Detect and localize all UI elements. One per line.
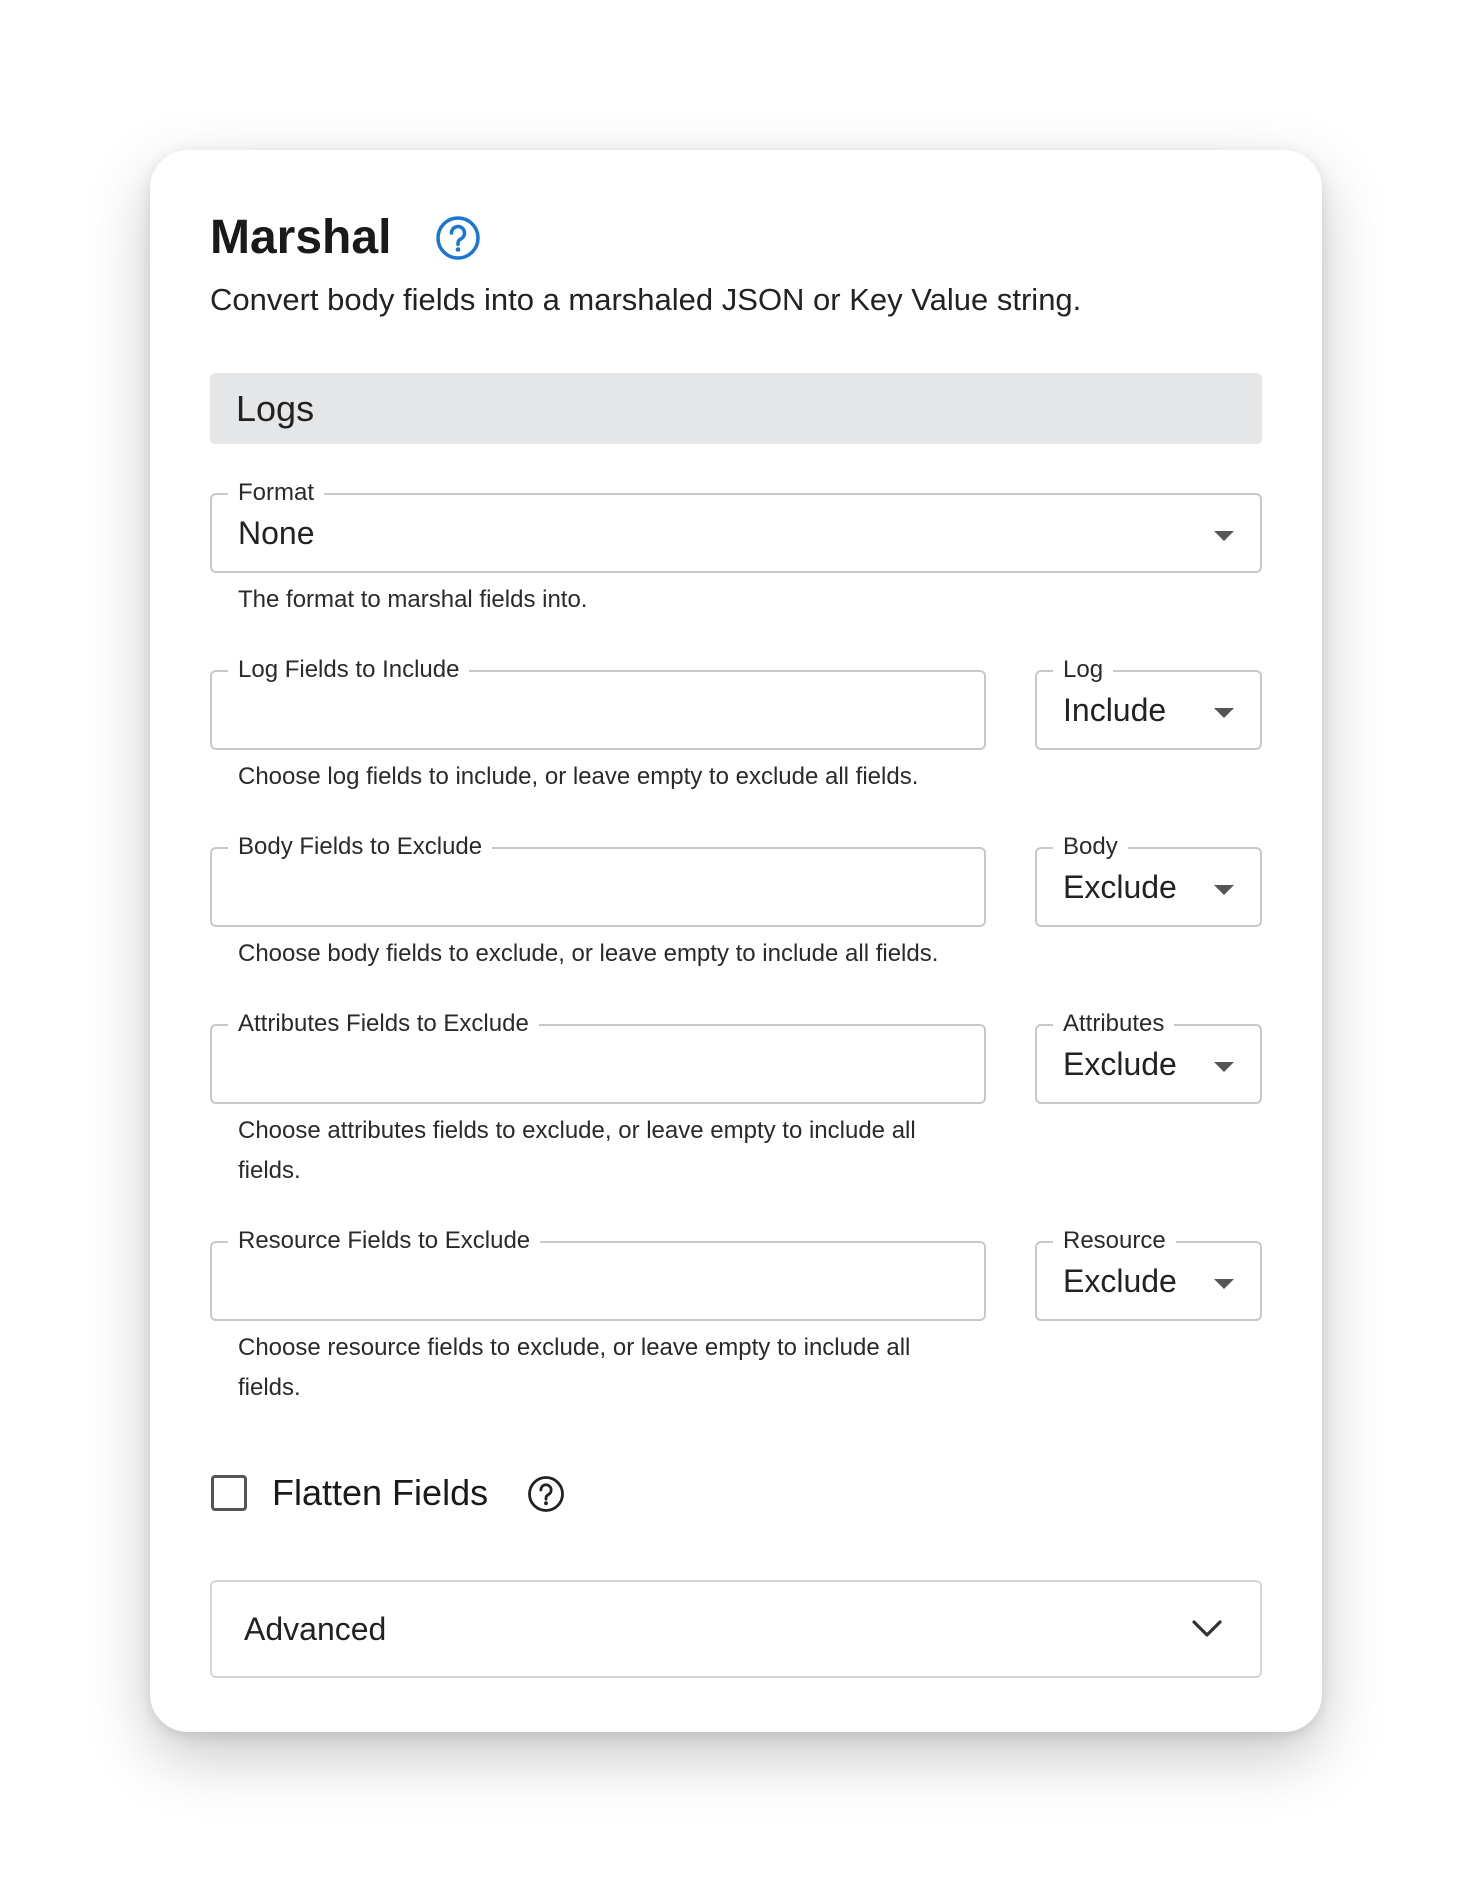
helper-line: fields. <box>238 1374 301 1401</box>
attributes-mode-label: Attributes <box>1053 1009 1175 1039</box>
body-fields-input[interactable]: Body Fields to Exclude <box>210 832 986 927</box>
helper-line: Choose log fields to include, or leave e… <box>238 763 919 790</box>
caret-down-icon <box>1214 1279 1234 1289</box>
advanced-label: Advanced <box>244 1611 387 1647</box>
attributes-fields-input[interactable]: Attributes Fields to Exclude <box>210 1009 986 1104</box>
body-fields-helper: Choose body fields to exclude, or leave … <box>238 934 938 974</box>
helper-line: fields. <box>238 1157 301 1184</box>
format-select[interactable]: Format None <box>210 478 1262 573</box>
body-mode-label: Body <box>1053 832 1128 862</box>
log-mode-label: Log <box>1053 655 1114 685</box>
log-mode-select[interactable]: Log Include <box>1035 655 1262 750</box>
log-mode-value: Include <box>1063 692 1167 728</box>
page-subtitle: Convert body fields into a marshaled JSO… <box>210 282 1082 317</box>
log-fields-label: Log Fields to Include <box>228 655 470 685</box>
page-title: Marshal <box>210 211 392 264</box>
attributes-mode-value: Exclude <box>1063 1046 1177 1082</box>
resource-fields-helper: Choose resource fields to exclude, or le… <box>238 1328 910 1408</box>
body-mode-select[interactable]: Body Exclude <box>1035 832 1262 927</box>
log-fields-input[interactable]: Log Fields to Include <box>210 655 986 750</box>
caret-down-icon <box>1214 531 1234 541</box>
attributes-mode-select[interactable]: Attributes Exclude <box>1035 1009 1262 1104</box>
resource-fields-input[interactable]: Resource Fields to Exclude <box>210 1226 986 1321</box>
attributes-fields-label: Attributes Fields to Exclude <box>228 1009 539 1039</box>
format-label: Format <box>228 478 325 508</box>
attributes-fields-helper: Choose attributes fields to exclude, or … <box>238 1111 916 1191</box>
caret-down-icon <box>1214 708 1234 718</box>
advanced-accordion[interactable]: Advanced <box>210 1580 1262 1678</box>
section-title: Logs <box>236 388 315 429</box>
format-helper: The format to marshal fields into. <box>238 586 588 613</box>
body-fields-label: Body Fields to Exclude <box>228 832 493 862</box>
resource-mode-value: Exclude <box>1063 1263 1177 1299</box>
helper-line: Choose attributes fields to exclude, or … <box>238 1117 916 1144</box>
flatten-fields-checkbox[interactable] <box>211 1475 247 1511</box>
caret-down-icon <box>1214 885 1234 895</box>
helper-line: Choose resource fields to exclude, or le… <box>238 1334 911 1361</box>
caret-down-icon <box>1214 1062 1234 1072</box>
log-fields-helper: Choose log fields to include, or leave e… <box>238 757 918 797</box>
helper-line: Choose body fields to exclude, or leave … <box>238 940 939 967</box>
help-icon[interactable] <box>527 1475 565 1513</box>
format-value: None <box>238 515 315 551</box>
flatten-fields-label[interactable]: Flatten Fields <box>272 1470 488 1516</box>
body-mode-value: Exclude <box>1063 869 1177 905</box>
page: Marshal Convert body fields into a marsh… <box>0 0 1472 1884</box>
help-icon[interactable] <box>435 215 481 261</box>
marshal-card: Marshal Convert body fields into a marsh… <box>150 150 1322 1732</box>
resource-mode-select[interactable]: Resource Exclude <box>1035 1226 1262 1321</box>
resource-fields-label: Resource Fields to Exclude <box>228 1226 541 1256</box>
chevron-down-icon <box>1192 1620 1222 1637</box>
resource-mode-label: Resource <box>1053 1226 1176 1256</box>
section-header-logs: Logs <box>210 373 1262 444</box>
